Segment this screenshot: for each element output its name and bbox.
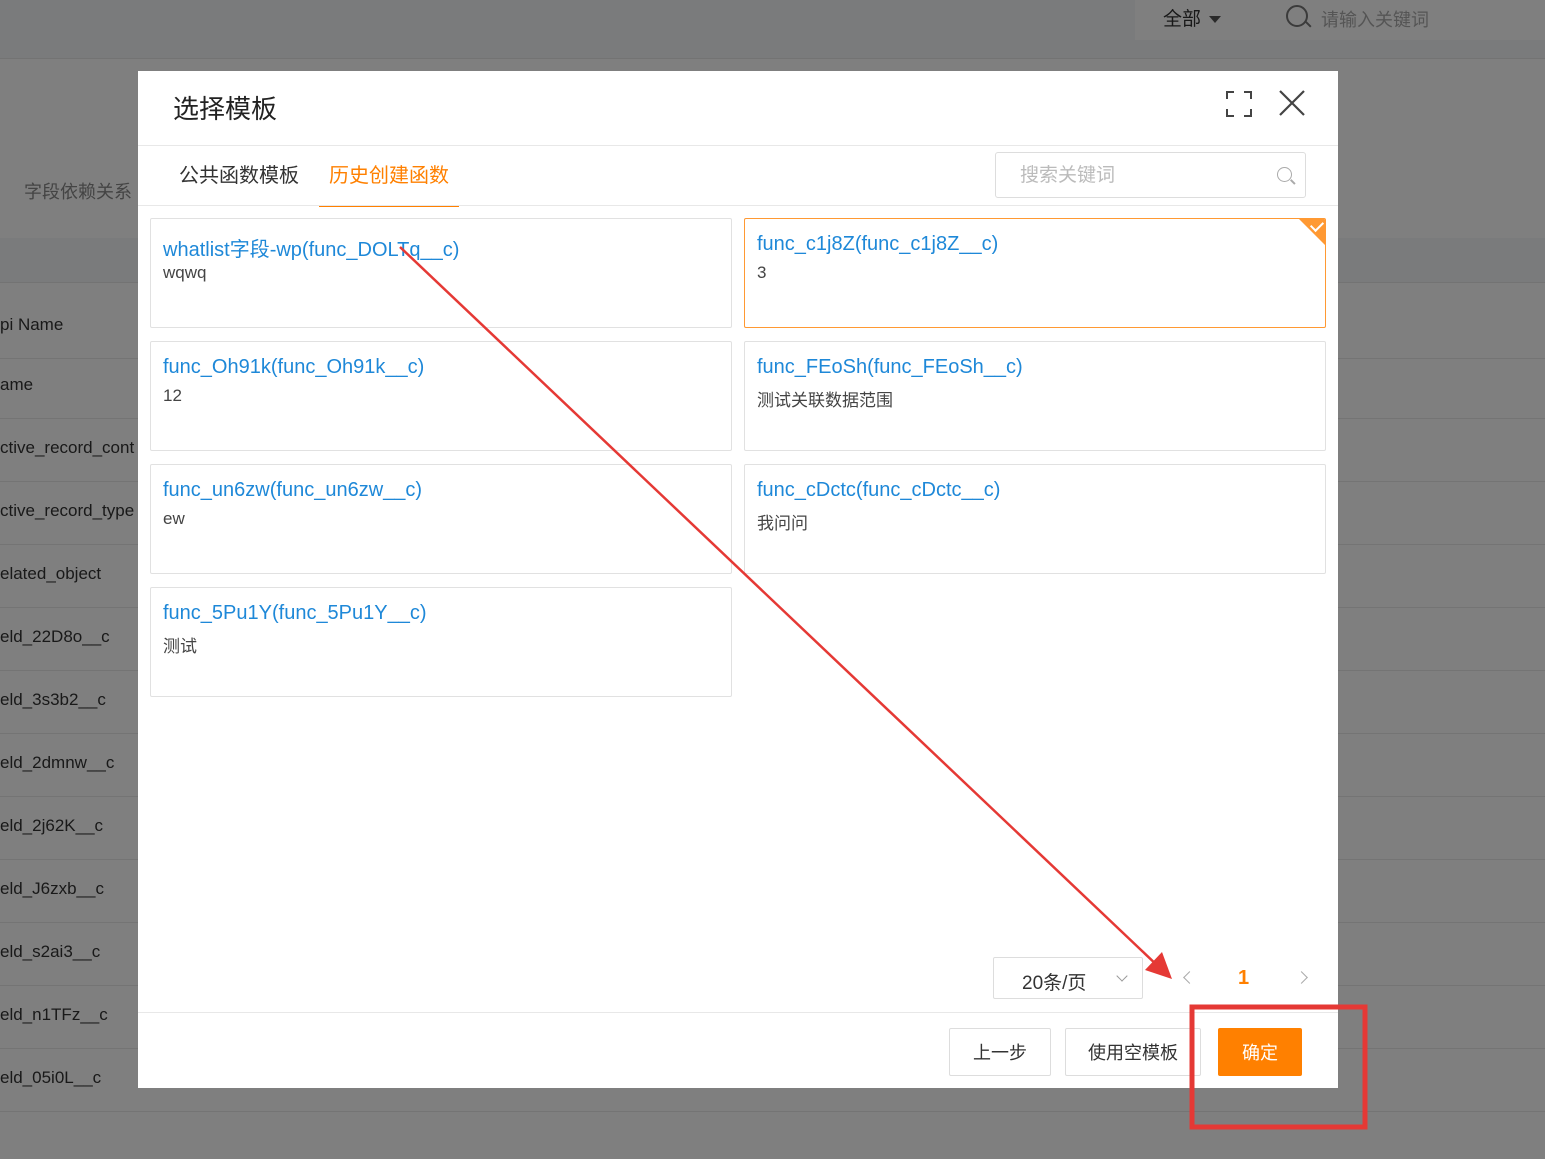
page-size-value: 20条/页 xyxy=(1022,973,1087,994)
tab-history-functions[interactable]: 历史创建函数 xyxy=(319,161,459,207)
template-card[interactable]: func_Oh91k(func_Oh91k__c) 12 xyxy=(150,341,732,451)
footer-divider xyxy=(138,1012,1338,1013)
card-title: func_FEoSh(func_FEoSh__c) xyxy=(757,356,1023,378)
close-icon[interactable] xyxy=(1278,89,1306,117)
page-number-current[interactable]: 1 xyxy=(1238,967,1249,990)
prev-page-icon[interactable] xyxy=(1178,967,1198,989)
card-title: func_5Pu1Y(func_5Pu1Y__c) xyxy=(163,602,427,624)
card-desc: 我问问 xyxy=(757,514,808,533)
card-desc: 测试 xyxy=(163,637,197,656)
page-size-select[interactable]: 20条/页 xyxy=(993,957,1143,999)
chevron-down-icon xyxy=(1116,970,1128,982)
card-title: func_un6zw(func_un6zw__c) xyxy=(163,479,423,501)
card-desc: 3 xyxy=(757,263,767,282)
dialog-title: 选择模板 xyxy=(173,94,278,124)
fullscreen-icon[interactable] xyxy=(1226,91,1252,117)
card-title: func_c1j8Z(func_c1j8Z__c) xyxy=(757,233,999,255)
confirm-button[interactable]: 确定 xyxy=(1218,1028,1302,1076)
card-desc: ew xyxy=(163,509,185,528)
card-desc: wqwq xyxy=(163,263,207,282)
template-card[interactable]: func_5Pu1Y(func_5Pu1Y__c) 测试 xyxy=(150,587,732,697)
search-icon[interactable] xyxy=(1277,167,1292,182)
header-divider xyxy=(138,145,1338,146)
next-page-icon[interactable] xyxy=(1294,967,1314,989)
template-card-selected[interactable]: func_c1j8Z(func_c1j8Z__c) 3 xyxy=(744,218,1326,328)
template-card[interactable]: func_cDctc(func_cDctc__c) 我问问 xyxy=(744,464,1326,574)
tabs-divider xyxy=(138,205,1338,206)
keyword-search-box[interactable] xyxy=(995,152,1306,198)
keyword-search-input[interactable] xyxy=(1018,163,1262,189)
card-title: func_cDctc(func_cDctc__c) xyxy=(757,479,1001,501)
select-template-dialog: 选择模板 公共函数模板 历史创建函数 whatlist字段-wp(func_DO… xyxy=(138,71,1338,1088)
template-card[interactable]: func_FEoSh(func_FEoSh__c) 测试关联数据范围 xyxy=(744,341,1326,451)
tab-public-templates[interactable]: 公共函数模板 xyxy=(169,161,309,205)
card-desc: 测试关联数据范围 xyxy=(757,391,893,410)
prev-step-button[interactable]: 上一步 xyxy=(949,1028,1051,1076)
card-title: func_Oh91k(func_Oh91k__c) xyxy=(163,356,425,378)
template-card[interactable]: whatlist字段-wp(func_DOLTq__c) wqwq xyxy=(150,218,732,328)
card-title: whatlist字段-wp(func_DOLTq__c) xyxy=(163,239,460,261)
template-card[interactable]: func_un6zw(func_un6zw__c) ew xyxy=(150,464,732,574)
use-empty-template-button[interactable]: 使用空模板 xyxy=(1065,1028,1201,1076)
card-desc: 12 xyxy=(163,386,182,405)
